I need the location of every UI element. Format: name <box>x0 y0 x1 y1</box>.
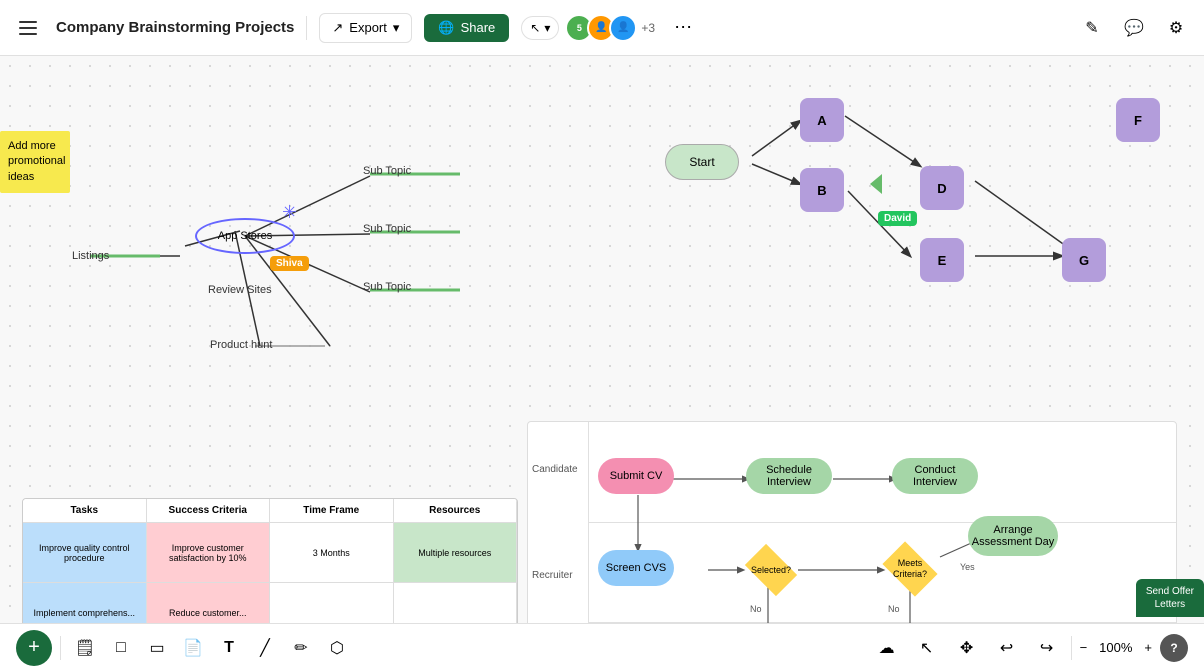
review-sites-label: Review Sites <box>208 284 272 296</box>
col-tasks: Tasks <box>23 499 147 523</box>
hamburger-icon <box>19 21 37 35</box>
share-button[interactable]: 🌐 Share <box>424 14 509 42</box>
flow-start-node: Start <box>665 144 739 180</box>
product-hunt-label: Product hunt <box>210 339 272 351</box>
shape-tool[interactable]: ⬡ <box>321 632 353 664</box>
cursor-chevron: ▾ <box>544 21 550 35</box>
canvas: Add more promotional ideas App Stores Li… <box>0 56 1204 671</box>
fc-divider-1 <box>588 522 1176 523</box>
settings-button[interactable]: ⚙ <box>1160 12 1192 44</box>
mind-map-appstores: App Stores <box>195 218 295 254</box>
fc-row-candidate: Candidate <box>532 464 578 475</box>
svg-text:Yes: Yes <box>960 562 975 572</box>
flow-node-f: F <box>1116 98 1160 142</box>
comment-button[interactable]: 💬 <box>1118 12 1150 44</box>
fc-conduct-interview: Conduct Interview <box>892 458 978 494</box>
zoom-level: 100% <box>1095 640 1136 655</box>
edit-icon-button[interactable]: ✎ <box>1076 12 1108 44</box>
fc-row-recruiter: Recruiter <box>532 570 573 581</box>
table-row-1: Improve quality control procedure Improv… <box>23 523 517 583</box>
sticky-yellow-tool[interactable]: 📄 <box>177 632 209 664</box>
export-chevron-icon: ▾ <box>393 20 400 36</box>
col-criteria: Success Criteria <box>147 499 271 523</box>
criteria-1: Improve customer satisfaction by 10% <box>147 523 271 583</box>
cursor-icon: ↖ <box>530 21 540 35</box>
topbar: Company Brainstorming Projects ↗ Export … <box>0 0 1204 56</box>
send-offer-button[interactable]: Send OfferLetters <box>1136 579 1204 617</box>
pen-tool[interactable]: ✏ <box>285 632 317 664</box>
divider <box>306 16 307 40</box>
fc-schedule-interview: Schedule Interview <box>746 458 832 494</box>
collaborators: 5 👤 👤 +3 <box>571 14 655 42</box>
toolbar-right: ☁ ↖ ✥ ↩ ↪ − 100% + ? <box>871 632 1188 664</box>
flow-node-g: G <box>1062 238 1106 282</box>
flow-node-b: B <box>800 168 844 212</box>
tool-divider-1 <box>60 636 61 660</box>
redo-button[interactable]: ↪ <box>1031 632 1063 664</box>
bottom-toolbar: + 🗒 □ ▭ 📄 T ╱ ✏ ⬡ ☁ ↖ ✥ ↩ ↪ − 100% + ? <box>0 623 1204 671</box>
export-button[interactable]: ↗ Export ▾ <box>319 13 412 43</box>
tool-divider-2 <box>1071 636 1072 660</box>
svg-text:No: No <box>888 604 900 614</box>
avatar-3: 👤 <box>609 14 637 42</box>
rect-tool[interactable]: □ <box>105 632 137 664</box>
export-icon: ↗ <box>332 20 343 36</box>
sticky-note-text: Add more promotional ideas <box>8 140 65 183</box>
resources-1: Multiple resources <box>394 523 518 583</box>
fc-arrange-assessment: Arrange Assessment Day <box>968 516 1058 556</box>
sticky-tool[interactable]: 🗒 <box>69 632 101 664</box>
globe-icon: 🌐 <box>438 20 454 36</box>
appstores-label: App Stores <box>218 230 272 242</box>
project-title: Company Brainstorming Projects <box>56 19 294 36</box>
cursor-toggle[interactable]: ↖ ▾ <box>521 16 559 40</box>
table-header: Tasks Success Criteria Time Frame Resour… <box>23 499 517 523</box>
topbar-right: ✎ 💬 ⚙ <box>1076 12 1192 44</box>
subtopic-2-label: Sub Topic <box>363 223 411 235</box>
text-tool[interactable]: T <box>213 632 245 664</box>
zoom-in-button[interactable]: + <box>1144 640 1152 655</box>
move-tool[interactable]: ✥ <box>951 632 983 664</box>
add-button[interactable]: + <box>16 630 52 666</box>
col-resources: Resources <box>394 499 518 523</box>
subtopic-3-label: Sub Topic <box>363 281 411 293</box>
cursor-david: David <box>878 211 917 226</box>
line-tool[interactable]: ╱ <box>249 632 281 664</box>
cursor-shiva: Shiva <box>270 256 309 271</box>
fc-meets-criteria-diamond: Meets Criteria? <box>880 546 940 592</box>
listings-label: Listings <box>72 250 109 262</box>
menu-button[interactable] <box>12 12 44 44</box>
fc-selected-diamond: Selected? <box>744 550 798 590</box>
more-users-count: +3 <box>641 21 655 35</box>
col-timeframe: Time Frame <box>270 499 394 523</box>
more-options-button[interactable]: ⋯ <box>667 12 699 44</box>
fc-submit-cv: Submit CV <box>598 458 674 494</box>
flow-node-a: A <box>800 98 844 142</box>
subtopic-1-label: Sub Topic <box>363 165 411 177</box>
task-1: Improve quality control procedure <box>23 523 147 583</box>
flow-node-e: E <box>920 238 964 282</box>
zoom-out-button[interactable]: − <box>1080 640 1088 655</box>
cloud-button[interactable]: ☁ <box>871 632 903 664</box>
cursor-tool[interactable]: ↖ <box>911 632 943 664</box>
cursor-pointer: ✳ <box>282 202 297 223</box>
flow-node-d: D <box>920 166 964 210</box>
svg-text:No: No <box>750 604 762 614</box>
sticky-note[interactable]: Add more promotional ideas <box>0 131 70 193</box>
rounded-rect-tool[interactable]: ▭ <box>141 632 173 664</box>
fc-screen-cvs: Screen CVS <box>598 550 674 586</box>
timeframe-1: 3 Months <box>270 523 394 583</box>
undo-button[interactable]: ↩ <box>991 632 1023 664</box>
help-button[interactable]: ? <box>1160 634 1188 662</box>
